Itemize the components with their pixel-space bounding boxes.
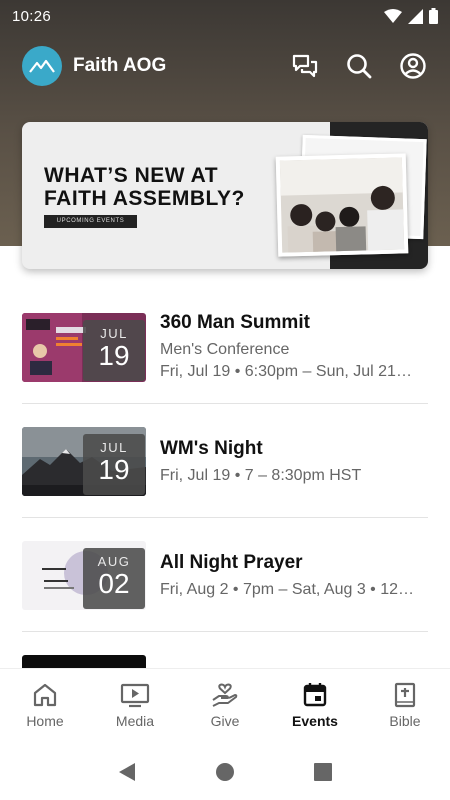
account-icon[interactable] (398, 51, 428, 81)
event-row[interactable]: JUL 19 WM's Night Fri, Jul 19 • 7 – 8:30… (22, 404, 428, 518)
nav-media-label: Media (115, 713, 155, 729)
app-title: Faith AOG (73, 55, 167, 76)
event-time: Fri, Jul 19 • 7 – 8:30pm HST (160, 467, 362, 484)
app-bar: Faith AOG (0, 40, 450, 92)
media-icon (120, 683, 150, 708)
search-icon[interactable] (344, 51, 374, 81)
event-date-badge: JUL 19 (83, 320, 145, 381)
nav-events-label: Events (292, 713, 338, 729)
banner-tag: UPCOMING EVENTS (44, 215, 137, 228)
event-title: 360 Man Summit (160, 312, 310, 333)
system-navigation-bar (0, 744, 450, 800)
bible-icon (394, 682, 416, 708)
recents-icon[interactable] (313, 762, 333, 782)
nav-home-label: Home (26, 713, 64, 729)
event-thumbnail: JUL 19 (22, 427, 146, 496)
events-icon (303, 683, 327, 707)
event-subtitle: Men's Conference (160, 341, 290, 358)
event-time: Fri, Jul 19 • 6:30pm – Sun, Jul 21… (160, 363, 412, 380)
nav-give-label: Give (210, 713, 240, 729)
signal-icon (408, 8, 423, 24)
featured-banner[interactable]: WHAT’S NEW AT FAITH ASSEMBLY? UPCOMING E… (22, 122, 428, 269)
event-title: WM's Night (160, 438, 263, 459)
status-time: 10:26 (12, 7, 52, 25)
event-thumbnail: AUG 02 (22, 541, 146, 610)
bottom-navigation: Home Media Give Events Bible (0, 668, 450, 744)
event-row[interactable]: JUL 19 360 Man Summit Men's Conference F… (22, 290, 428, 404)
wifi-icon (384, 8, 402, 23)
event-title: All Night Prayer (160, 552, 303, 573)
give-icon (212, 683, 238, 707)
mountain-logo-icon (29, 59, 55, 73)
nav-give[interactable]: Give (180, 669, 270, 744)
event-date-badge: AUG 02 (83, 548, 145, 609)
nav-bible-label: Bible (389, 713, 421, 729)
app-logo[interactable] (22, 46, 62, 86)
nav-media[interactable]: Media (90, 669, 180, 744)
banner-title: WHAT’S NEW AT FAITH ASSEMBLY? (44, 164, 245, 210)
status-bar: 10:26 (0, 0, 450, 32)
event-time: Fri, Aug 2 • 7pm – Sat, Aug 3 • 12… (160, 581, 415, 598)
event-row[interactable]: AUG 02 All Night Prayer Fri, Aug 2 • 7pm… (22, 518, 428, 632)
event-thumbnail: JUL 19 (22, 313, 146, 382)
nav-events[interactable]: Events (270, 669, 360, 744)
home-circle-icon[interactable] (215, 762, 235, 782)
nav-bible[interactable]: Bible (360, 669, 450, 744)
nav-home[interactable]: Home (0, 669, 90, 744)
home-icon (33, 683, 57, 707)
banner-photo (275, 153, 409, 257)
event-date-badge: JUL 19 (83, 434, 145, 495)
back-icon[interactable] (117, 761, 137, 783)
chat-icon[interactable] (290, 51, 320, 81)
battery-icon (429, 8, 438, 24)
